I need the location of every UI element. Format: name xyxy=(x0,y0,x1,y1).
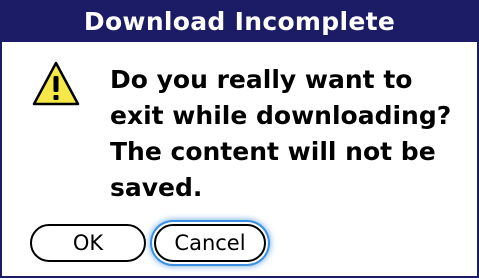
warning-icon xyxy=(32,61,80,106)
dialog-message: Do you really want to exit while downloa… xyxy=(110,65,452,202)
cancel-button[interactable]: Cancel xyxy=(154,224,266,262)
ok-button[interactable]: OK xyxy=(30,224,146,262)
download-incomplete-dialog: Download Incomplete Do you really want t… xyxy=(0,0,479,278)
dialog-title: Download Incomplete xyxy=(0,0,479,42)
